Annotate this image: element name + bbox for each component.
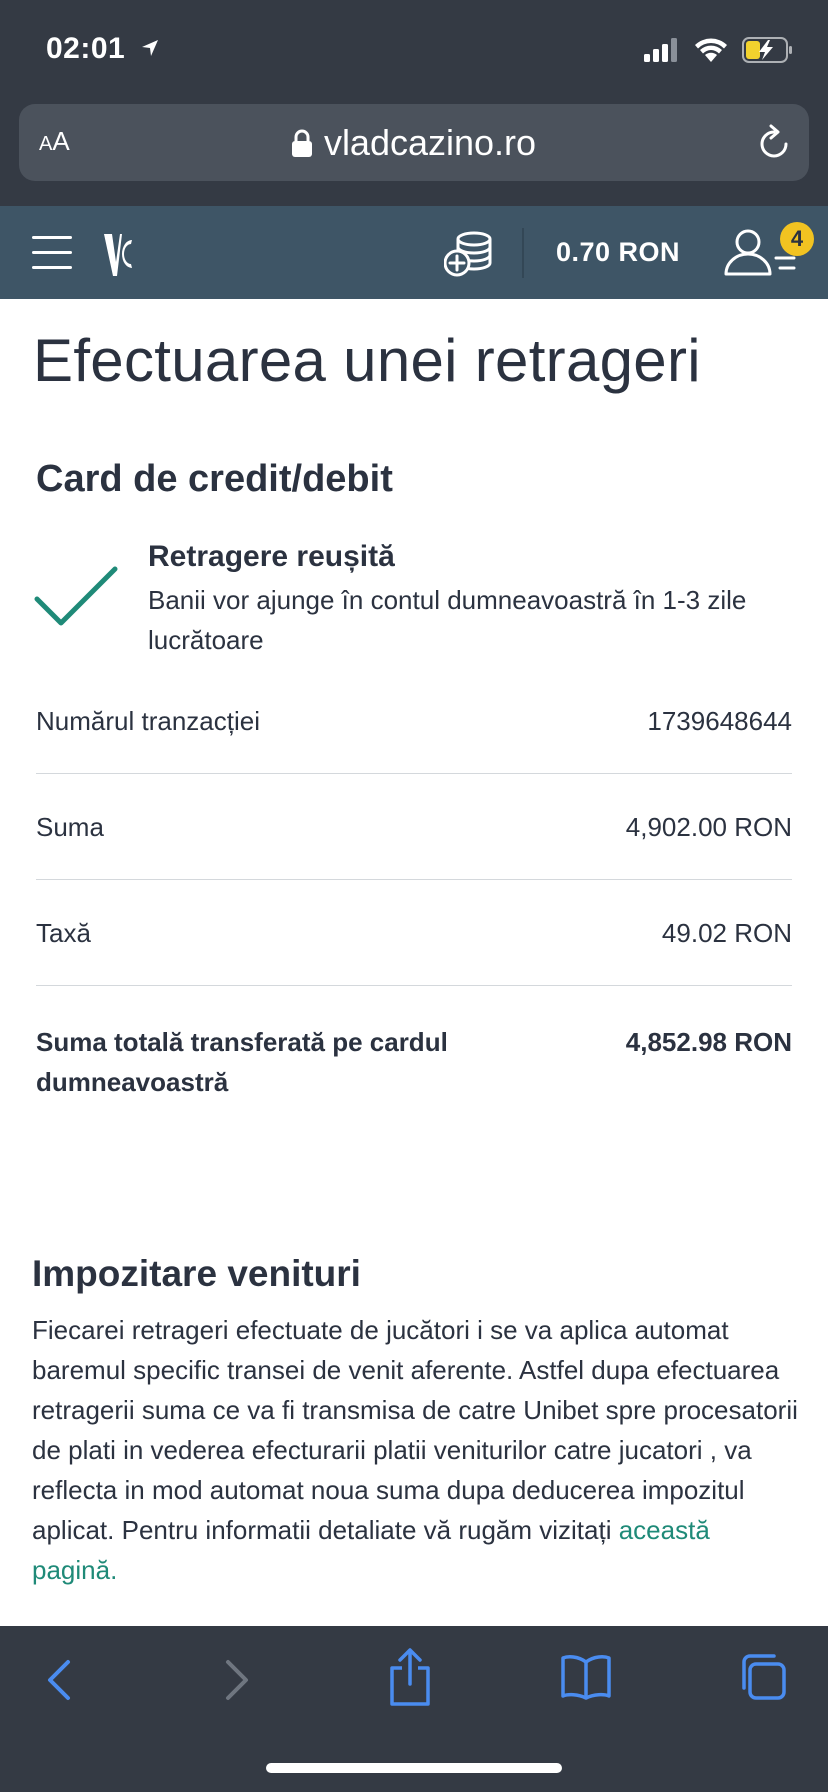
row-divider [36, 985, 792, 986]
browser-top-chrome: 02:01 AA vladcazino.ro [0, 0, 828, 206]
location-arrow-icon [142, 40, 159, 56]
transaction-number-row: Numărul tranzacției 1739648644 [36, 706, 792, 737]
vladcazino-logo[interactable] [104, 232, 134, 278]
total-label: Suma totală transferată pe cardul dumnea… [36, 1027, 448, 1097]
cellular-signal-icon [644, 38, 677, 62]
amount-row: Suma 4,902.00 RON [36, 812, 792, 843]
fee-row: Taxă 49.02 RON [36, 918, 792, 949]
notification-badge[interactable]: 4 [780, 222, 814, 256]
row-divider [36, 773, 792, 774]
share-icon[interactable] [388, 1648, 432, 1706]
row-value: 49.02 RON [661, 918, 792, 948]
address-bar[interactable]: AA vladcazino.ro [19, 104, 809, 181]
deposit-coins-icon[interactable] [444, 231, 494, 277]
row-divider [36, 879, 792, 880]
row-value: 4,902.00 RON [625, 812, 792, 842]
payment-method-title: Card de credit/debit [36, 458, 393, 500]
income-tax-text: Fiecarei retrageri efectuate de jucători… [32, 1315, 798, 1545]
menu-icon[interactable] [32, 236, 72, 270]
wifi-icon [695, 38, 727, 62]
url-display[interactable]: vladcazino.ro [19, 122, 809, 164]
total-value: 4,852.98 RON [625, 1027, 792, 1057]
lock-icon [291, 129, 312, 157]
home-indicator[interactable] [266, 1763, 562, 1773]
battery-charging-icon [742, 37, 792, 63]
bookmarks-icon[interactable] [560, 1654, 612, 1700]
checkmark-icon [34, 566, 118, 626]
header-divider [522, 228, 524, 278]
back-icon[interactable] [44, 1656, 74, 1704]
url-text: vladcazino.ro [323, 122, 537, 163]
row-label: Suma [36, 812, 104, 842]
forward-icon[interactable] [222, 1656, 252, 1704]
status-icons [644, 34, 794, 66]
tabs-icon[interactable] [738, 1652, 788, 1702]
success-title: Retragere reușită [148, 540, 395, 573]
income-tax-description: Fiecarei retrageri efectuate de jucători… [32, 1310, 802, 1590]
page-title: Efectuarea unei retrageri [33, 327, 701, 394]
status-time-text: 02:01 [46, 32, 126, 65]
row-label: Taxă [36, 918, 91, 948]
reload-icon[interactable] [757, 124, 791, 160]
income-tax-title: Impozitare venituri [32, 1253, 361, 1294]
account-balance[interactable]: 0.70 RON [556, 237, 680, 268]
site-header: 0.70 RON 4 [0, 206, 828, 299]
success-description: Banii vor ajunge în contul dumneavoastră… [148, 585, 747, 655]
row-value: 1739648644 [647, 706, 792, 736]
status-time: 02:01 [46, 32, 160, 66]
row-label: Numărul tranzacției [36, 706, 260, 736]
